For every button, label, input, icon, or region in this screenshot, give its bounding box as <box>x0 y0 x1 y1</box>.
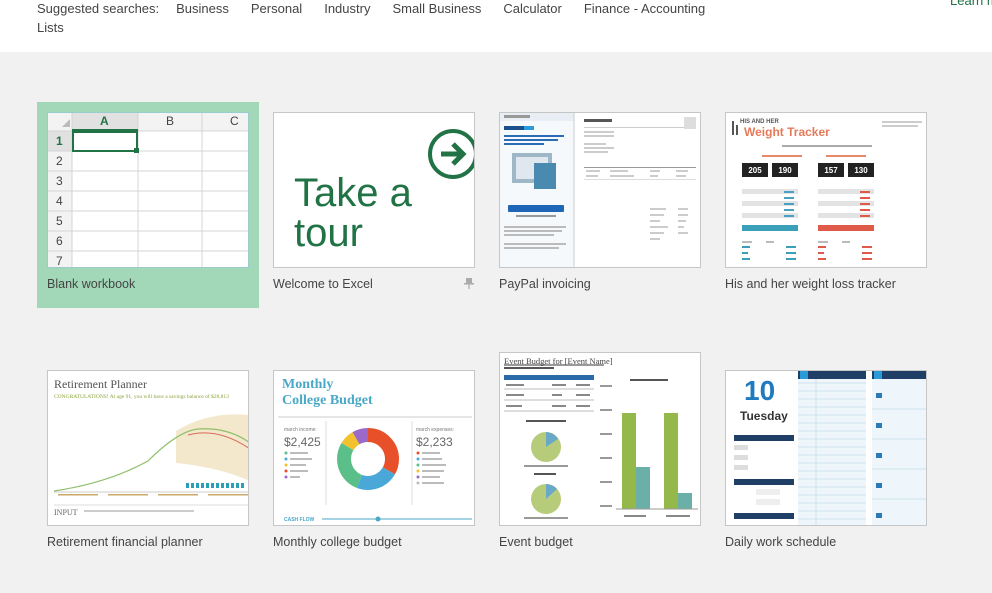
grid-row-3: 3 <box>56 174 63 188</box>
grid-row-5: 5 <box>56 214 63 228</box>
svg-text:130: 130 <box>854 166 868 175</box>
template-caption: His and her weight loss tracker <box>725 277 896 291</box>
retirement-congrats: CONGRATULATIONS! At age 91, you will hav… <box>54 394 229 400</box>
event-budget-title: Event Budget for [Event Name] <box>504 356 613 366</box>
template-thumbnail: Retirement Planner CONGRATULATIONS! At a… <box>47 370 249 526</box>
template-caption: Event budget <box>499 535 573 549</box>
retirement-input-label: INPUT <box>54 508 78 517</box>
pin-icon[interactable] <box>463 277 475 289</box>
expense-label: march expenses: <box>416 427 455 433</box>
svg-text:157: 157 <box>824 166 838 175</box>
template-retirement-planner[interactable]: Retirement Planner CONGRATULATIONS! At a… <box>37 360 259 566</box>
grid-col-a: A <box>100 114 109 128</box>
college-budget-title-line-2: College Budget <box>282 393 373 408</box>
suggested-searches-label: Suggested searches: <box>37 0 160 16</box>
svg-text:190: 190 <box>778 166 792 175</box>
template-paypal-invoicing[interactable]: PayPal invoicing <box>489 102 711 308</box>
grid-row-1: 1 <box>56 134 63 148</box>
income-label: march income: <box>284 427 317 433</box>
template-gallery: A B C 1 2 3 4 5 6 7 Blank workbook Take … <box>0 52 992 593</box>
suggested-searches: Suggested searches: Business Personal In… <box>37 0 727 16</box>
college-budget-title-line-1: Monthly <box>282 377 334 392</box>
suggestion-business[interactable]: Business <box>176 1 229 16</box>
grid-row-7: 7 <box>56 254 63 268</box>
template-monthly-college-budget[interactable]: Monthly College Budget march income: $2,… <box>263 360 485 566</box>
arrow-circle-icon <box>428 129 474 179</box>
search-suggestions-bar: Suggested searches: Business Personal In… <box>0 0 992 52</box>
college-budget-title: Monthly College Budget <box>282 377 373 409</box>
tour-line-1: Take a <box>294 171 412 215</box>
template-blank-workbook[interactable]: A B C 1 2 3 4 5 6 7 Blank workbook <box>37 102 259 308</box>
tour-line-2: tour <box>294 211 363 255</box>
learn-more-link[interactable]: Learn more <box>950 0 992 8</box>
income-value: $2,425 <box>284 435 321 449</box>
grid-col-b: B <box>166 114 175 128</box>
template-caption: PayPal invoicing <box>499 277 591 291</box>
schedule-day-name: Tuesday <box>740 409 788 423</box>
expense-value: $2,233 <box>416 435 453 449</box>
template-caption: Monthly college budget <box>273 535 402 549</box>
template-thumbnail <box>499 112 701 268</box>
template-thumbnail: 205 190 157 130 HIS AND HER Weight Track… <box>725 112 927 268</box>
suggestion-small-business[interactable]: Small Business <box>392 1 481 16</box>
template-caption: Retirement financial planner <box>47 535 203 549</box>
event-budget-preview <box>504 364 698 519</box>
take-a-tour-text: Take a tour <box>294 173 412 253</box>
suggestion-personal[interactable]: Personal <box>251 1 302 16</box>
blank-grid-preview <box>48 113 248 267</box>
paypal-preview <box>500 113 696 267</box>
schedule-day-number: 10 <box>744 375 776 406</box>
template-thumbnail: 10 Tuesday <box>725 370 927 526</box>
grid-row-6: 6 <box>56 234 63 248</box>
grid-row-2: 2 <box>56 154 63 168</box>
template-thumbnail: Event Budget for [Event Name] <box>499 352 701 526</box>
template-thumbnail: Take a tour <box>273 112 475 268</box>
retirement-title: Retirement Planner <box>54 377 147 391</box>
cash-flow-label: CASH FLOW <box>284 517 315 523</box>
svg-text:205: 205 <box>748 166 762 175</box>
suggestion-lists[interactable]: Lists <box>37 20 64 35</box>
weight-tracker-title: Weight Tracker <box>744 125 830 139</box>
template-weight-loss-tracker[interactable]: 205 190 157 130 HIS AND HER Weight Track… <box>715 102 937 308</box>
template-caption: Blank workbook <box>47 277 136 291</box>
suggestion-finance-accounting[interactable]: Finance - Accounting <box>584 1 705 16</box>
template-thumbnail: Monthly College Budget march income: $2,… <box>273 370 475 526</box>
grid-row-4: 4 <box>56 194 63 208</box>
template-event-budget[interactable]: Event Budget for [Event Name] Event budg… <box>489 342 711 549</box>
template-caption: Welcome to Excel <box>273 277 373 291</box>
template-daily-work-schedule[interactable]: 10 Tuesday Daily work schedule <box>715 360 937 566</box>
template-thumbnail: A B C 1 2 3 4 5 6 7 <box>47 112 249 268</box>
suggestion-calculator[interactable]: Calculator <box>503 1 562 16</box>
template-welcome-to-excel[interactable]: Take a tour Welcome to Excel <box>263 102 485 308</box>
template-caption: Daily work schedule <box>725 535 837 549</box>
suggestion-industry[interactable]: Industry <box>324 1 370 16</box>
grid-col-c: C <box>230 114 239 128</box>
